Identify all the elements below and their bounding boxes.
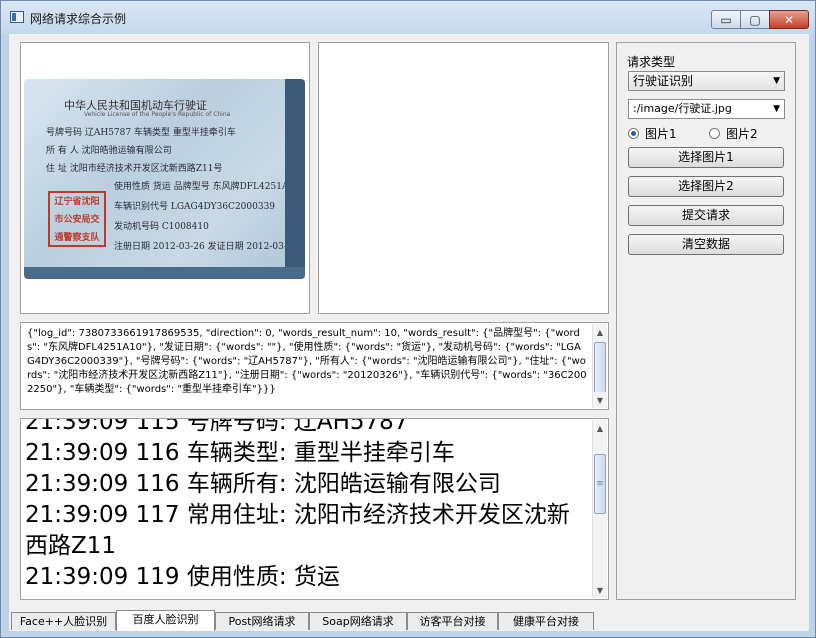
minimize-button[interactable]: ▭ — [711, 10, 741, 29]
log-line: 21:39:09 115 号牌号码: 辽AH5787 — [25, 418, 409, 435]
scroll-up-icon[interactable]: ▲ — [593, 324, 607, 340]
tab-soap-request[interactable]: Soap网络请求 — [309, 612, 407, 630]
request-type-select[interactable]: 行驶证识别 ▼ — [628, 71, 785, 91]
license-cover-bottom — [24, 267, 305, 279]
image-panel-1[interactable]: 中华人民共和国机动车行驶证 Vehicle License of the Peo… — [20, 42, 310, 314]
image-path-select[interactable]: :/image/行驶证.jpg ▼ — [628, 99, 785, 119]
title-bar[interactable]: 网络请求综合示例 ▭ ▢ ✕ — [1, 1, 815, 35]
log-scroll-thumb[interactable]: ≡ — [594, 454, 606, 514]
close-button[interactable]: ✕ — [769, 10, 809, 29]
log-line: 21:39:09 119 使用性质: 货运 — [25, 564, 340, 590]
dropdown-arrow-icon: ▼ — [773, 76, 780, 86]
json-scrollbar[interactable]: ▲ ▼ — [592, 324, 607, 408]
scroll-down-icon[interactable]: ▼ — [593, 392, 607, 408]
stamp-line: 辽宁省沈阳 — [54, 197, 100, 207]
log-lines: 21:39:09 115 号牌号码: 辽AH5787 21:39:09 116 … — [25, 418, 591, 593]
json-scroll-thumb[interactable] — [594, 342, 606, 394]
request-type-label: 请求类型 — [627, 55, 676, 69]
license-row: 号牌号码 辽AH5787 车辆类型 重型半挂牵引车 — [46, 128, 236, 138]
clear-data-button[interactable]: 清空数据 — [628, 234, 784, 255]
dropdown-arrow-icon: ▼ — [773, 104, 780, 114]
log-line: 21:39:09 116 车辆所有: 沈阳皓运输有限公司 — [25, 471, 501, 497]
window-title: 网络请求综合示例 — [30, 12, 127, 26]
client-area: 中华人民共和国机动车行驶证 Vehicle License of the Peo… — [9, 34, 809, 631]
select-image1-button[interactable]: 选择图片1 — [628, 147, 784, 168]
license-cover-edge — [285, 79, 305, 279]
log-line: 21:39:09 117 常用住址: 沈阳市经济技术开发区沈新西路Z11 — [25, 502, 570, 559]
scroll-up-icon[interactable]: ▲ — [593, 420, 607, 436]
app-window-icon — [10, 11, 24, 23]
license-row: 所 有 人 沈阳皓驰运输有限公司 — [46, 146, 172, 156]
json-result-textbox[interactable]: {"log_id": 7380733661917869535, "directi… — [20, 322, 609, 410]
tab-post-request[interactable]: Post网络请求 — [215, 612, 309, 630]
scroll-down-icon[interactable]: ▼ — [593, 582, 607, 598]
tab-health-platform[interactable]: 健康平台对接 — [498, 612, 594, 630]
license-stamp: 辽宁省沈阳 市公安局交 通警察支队 — [48, 191, 106, 247]
radio-image1[interactable]: 图片1 — [628, 125, 677, 142]
log-scrollbar[interactable]: ▲ ≡ ▼ — [592, 420, 607, 598]
license-subheading: Vehicle License of the People's Republic… — [84, 111, 231, 118]
radio-image2[interactable]: 图片2 — [709, 125, 758, 142]
grip-icon: ≡ — [596, 479, 604, 489]
license-row: 使用性质 货运 品牌型号 东风牌DFL4251A10 — [114, 182, 300, 192]
radio-image1-indicator[interactable] — [628, 128, 639, 139]
log-textbox[interactable]: 21:39:09 115 号牌号码: 辽AH5787 21:39:09 116 … — [20, 418, 609, 600]
radio-image1-label: 图片1 — [645, 127, 677, 141]
request-type-value: 行驶证识别 — [633, 74, 694, 88]
select-image2-button[interactable]: 选择图片2 — [628, 176, 784, 197]
license-row: 住 址 沈阳市经济技术开发区沈新西路Z11号 — [46, 164, 223, 174]
stamp-line: 市公安局交 — [54, 215, 100, 225]
license-row: 车辆识别代号 LGAG4DY36C2000339 — [114, 202, 276, 212]
license-row: 注册日期 2012-03-26 发证日期 2012-03-26 — [114, 242, 299, 252]
log-line: 21:39:09 116 车辆类型: 重型半挂牵引车 — [25, 440, 455, 466]
control-panel: 请求类型 行驶证识别 ▼ :/image/行驶证.jpg ▼ 图片1 图片2 选… — [616, 42, 796, 600]
tab-visitor-platform[interactable]: 访客平台对接 — [407, 612, 498, 630]
maximize-button[interactable]: ▢ — [740, 10, 770, 29]
submit-request-button[interactable]: 提交请求 — [628, 205, 784, 226]
main-window: 网络请求综合示例 ▭ ▢ ✕ 中华人民共和国机动车行驶证 Vehicle Lic… — [0, 0, 816, 638]
license-photo: 中华人民共和国机动车行驶证 Vehicle License of the Peo… — [24, 79, 305, 279]
json-result-text: {"log_id": 7380733661917869535, "directi… — [27, 328, 587, 395]
tab-baidu-face[interactable]: 百度人脸识别 — [116, 610, 215, 631]
stamp-line: 通警察支队 — [54, 233, 100, 243]
image-path-value: :/image/行驶证.jpg — [633, 102, 732, 115]
image-panel-2[interactable] — [318, 42, 609, 314]
license-row: 发动机号码 C1008410 — [114, 222, 209, 232]
tab-facepp[interactable]: Face++人脸识别 — [11, 612, 116, 630]
radio-image2-label: 图片2 — [726, 127, 758, 141]
bottom-tab-bar: Face++人脸识别 百度人脸识别 Post网络请求 Soap网络请求 访客平台… — [9, 610, 809, 631]
radio-image2-indicator[interactable] — [709, 128, 720, 139]
